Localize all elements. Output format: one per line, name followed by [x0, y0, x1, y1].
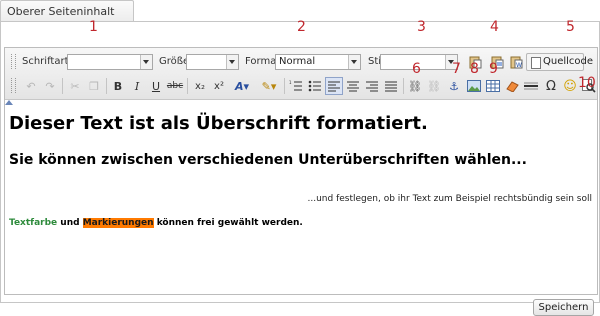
align-justify-icon[interactable]	[382, 77, 400, 95]
annotation-label: 2	[297, 19, 306, 35]
annotation-label: 9	[489, 61, 498, 77]
copy-icon[interactable]: ❐	[85, 77, 103, 95]
para-rest: können frei gewählt werden.	[156, 218, 303, 228]
annotation-label: 3	[417, 19, 426, 35]
formatted-paragraph: Textfarbe und Markierungen können frei g…	[9, 218, 303, 228]
tab-label: Oberer Seiteninhalt	[7, 5, 115, 18]
source-button[interactable]: Quellcode	[526, 53, 593, 71]
chevron-down-icon[interactable]	[348, 55, 360, 69]
align-right-icon[interactable]	[363, 77, 381, 95]
separator	[187, 78, 188, 94]
align-left-icon[interactable]	[325, 77, 343, 95]
image-icon[interactable]	[465, 77, 483, 95]
highlighted-text: Markierungen	[82, 218, 154, 228]
align-center-icon[interactable]	[344, 77, 362, 95]
annotation-label: 8	[470, 61, 479, 77]
annotation-label: 10	[578, 75, 596, 91]
right-aligned-text: ...und festlegen, ob ihr Text zum Beispi…	[307, 194, 592, 204]
editor-content[interactable]: Dieser Text ist als Überschrift formatie…	[5, 100, 597, 294]
save-button[interactable]: Speichern	[533, 299, 594, 316]
redo-icon[interactable]: ↷	[41, 77, 59, 95]
annotation-label: 5	[566, 19, 575, 35]
document-icon	[531, 57, 541, 69]
cut-icon[interactable]: ✂	[66, 77, 84, 95]
undo-icon[interactable]: ↶	[22, 77, 40, 95]
superscript-icon[interactable]: x²	[210, 77, 228, 95]
underline-icon[interactable]: U	[147, 77, 165, 95]
separator	[62, 78, 63, 94]
svg-text:W: W	[516, 62, 522, 69]
unordered-list-icon[interactable]	[306, 77, 324, 95]
svg-text:1: 1	[289, 80, 292, 85]
font-label: Schriftart	[22, 56, 69, 67]
annotation-label: 6	[412, 61, 421, 77]
special-char-icon[interactable]: Ω	[542, 77, 560, 95]
smiley-icon[interactable]: ☺	[561, 77, 579, 95]
green-text: Textfarbe	[9, 218, 58, 228]
link-icon[interactable]: ⛓	[406, 77, 424, 95]
horizontal-line-icon[interactable]	[522, 77, 540, 95]
paste-word-icon[interactable]: W	[507, 53, 525, 71]
size-label: Größe	[159, 56, 190, 67]
heading-one: Dieser Text ist als Überschrift formatie…	[9, 113, 428, 134]
toolbar-handle-icon[interactable]	[11, 54, 16, 69]
heading-two: Sie können zwischen verschiedenen Unterü…	[9, 152, 527, 168]
strikethrough-icon[interactable]: abc	[166, 77, 184, 95]
annotation-label: 7	[452, 61, 461, 77]
eraser-icon[interactable]	[503, 77, 521, 95]
editor-panel: Schriftart Größe Format Normal Stil W Qu…	[0, 21, 600, 316]
tab-oberer-seiteninhalt[interactable]: Oberer Seiteninhalt	[0, 0, 134, 22]
text-color-icon[interactable]: A▾	[230, 77, 254, 95]
separator	[284, 78, 285, 94]
table-icon[interactable]	[484, 77, 502, 95]
annotation-label: 1	[89, 19, 98, 35]
font-select[interactable]	[67, 54, 153, 70]
highlight-color-icon[interactable]: ✎▾	[257, 77, 281, 95]
chevron-down-icon[interactable]	[226, 55, 238, 69]
separator	[403, 78, 404, 94]
format-select[interactable]: Normal	[275, 54, 361, 70]
rich-text-editor: Schriftart Größe Format Normal Stil W Qu…	[4, 47, 598, 295]
chevron-down-icon[interactable]	[140, 55, 152, 69]
bold-icon[interactable]: B	[109, 77, 127, 95]
toolbar-handle-icon[interactable]	[11, 78, 16, 93]
unlink-icon[interactable]: ⛓	[425, 77, 443, 95]
editor-toolbar: Schriftart Größe Format Normal Stil W Qu…	[5, 48, 597, 100]
italic-icon[interactable]: I	[128, 77, 146, 95]
size-select[interactable]	[186, 54, 239, 70]
annotation-label: 4	[490, 19, 499, 35]
para-and: und	[60, 218, 80, 228]
anchor-icon[interactable]: ⚓	[445, 77, 463, 95]
separator	[106, 78, 107, 94]
subscript-icon[interactable]: x₂	[191, 77, 209, 95]
ordered-list-icon[interactable]: 1	[287, 77, 305, 95]
